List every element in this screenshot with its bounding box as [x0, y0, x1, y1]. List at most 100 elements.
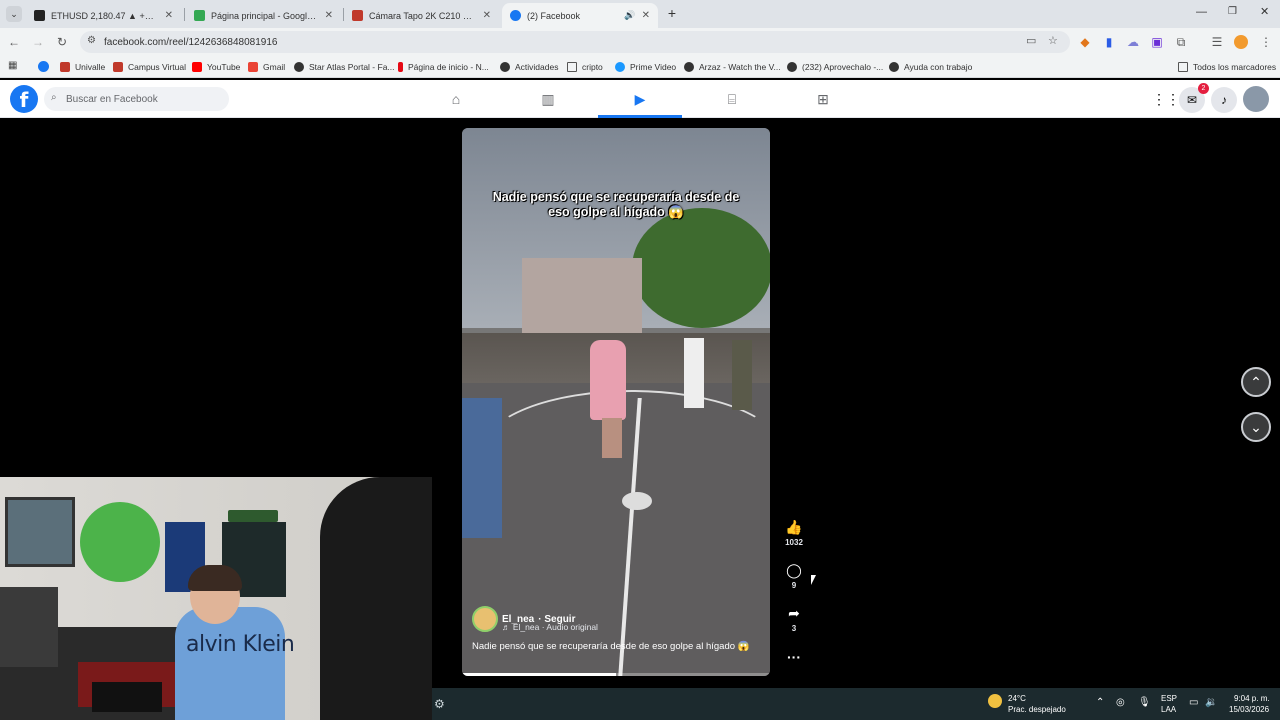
facebook-header: f ⌕ Buscar en Facebook ⌂ ▥ ▶ ⌸ ⊞ ⋮⋮⋮ ✉ 2…: [0, 80, 1280, 118]
netflix-icon: [398, 62, 403, 72]
bookmark-label: YouTube: [207, 62, 241, 72]
weather-desc[interactable]: Prac. despejado: [1008, 705, 1066, 714]
video-overlay-caption: Nadie pensó que se recuperaría desde de …: [492, 190, 740, 219]
bookmark-star-atlas[interactable]: Star Atlas Portal - Fa...: [294, 60, 395, 74]
close-tab-icon[interactable]: ✕: [165, 10, 173, 21]
webcam-person-body: [175, 607, 285, 720]
facebook-logo[interactable]: f: [10, 85, 38, 113]
address-bar[interactable]: ⚙ facebook.com/reel/1242636848081916 ▭ ☆: [80, 31, 1070, 53]
profile-avatar[interactable]: [1234, 35, 1248, 49]
close-tab-icon[interactable]: ✕: [325, 10, 333, 21]
clock-date[interactable]: 15/03/2026: [1229, 705, 1269, 714]
facebook-search-input[interactable]: ⌕ Buscar en Facebook: [44, 87, 229, 111]
nav-home-icon[interactable]: ⌂: [446, 89, 466, 109]
new-tab-button[interactable]: +: [664, 4, 680, 22]
author-avatar[interactable]: [472, 606, 498, 632]
metamask-icon[interactable]: ◆: [1077, 34, 1093, 50]
tab-ethusd[interactable]: ETHUSD 2,180.47 ▲ +0.5% Sin ✕: [26, 3, 181, 28]
share-icon[interactable]: ➦: [784, 604, 804, 622]
close-tab-icon[interactable]: ✕: [483, 10, 491, 21]
store-icon: [352, 10, 363, 21]
extension-shield-icon[interactable]: ▮: [1101, 34, 1117, 50]
webcam-door: [320, 477, 432, 720]
active-tab-indicator: [598, 115, 682, 118]
reading-list-icon[interactable]: ☰: [1209, 34, 1225, 50]
tab-facebook[interactable]: (2) Facebook 🔊 ✕: [502, 3, 658, 28]
extension-p-icon[interactable]: ▣: [1149, 34, 1165, 50]
reload-icon[interactable]: ↻: [54, 34, 70, 50]
share-count: 3: [791, 624, 797, 633]
nav-feeds-icon[interactable]: ▥: [538, 89, 558, 109]
comment-icon[interactable]: ◯: [784, 561, 804, 579]
tab-google-drive[interactable]: Página principal - Google Drive ✕: [186, 3, 341, 28]
audio-info[interactable]: ♬ El_nea · Audio original: [502, 622, 598, 632]
bookmark-campus-virtual[interactable]: Campus Virtual: [113, 60, 186, 74]
bookmark-gmail[interactable]: Gmail: [248, 60, 285, 74]
video-progress-bar[interactable]: [462, 673, 770, 676]
all-bookmarks-folder[interactable]: Todos los marcadores: [1178, 60, 1276, 74]
back-icon[interactable]: ←: [6, 34, 22, 50]
bookmark-aprovechalo[interactable]: (232) Aprovechalo -...: [787, 60, 883, 74]
globe-icon: [294, 62, 304, 72]
tab-camara-tapo[interactable]: Cámara Tapo 2K C210 2-Pack W ✕: [344, 3, 499, 28]
bookmark-arzaz[interactable]: Arzaz - Watch the V...: [684, 60, 781, 74]
facebook-bookmark-icon[interactable]: [38, 61, 49, 72]
notifications-bell-icon[interactable]: ♪: [1211, 87, 1237, 113]
shirt-logo-text: alvin Klein: [186, 632, 295, 657]
show-hidden-icons[interactable]: ⌃: [1096, 697, 1104, 708]
clock-time[interactable]: 9:04 p. m.: [1234, 694, 1270, 703]
restore-button[interactable]: ❐: [1228, 6, 1237, 17]
bookmark-ayuda[interactable]: Ayuda con trabajo: [889, 60, 972, 74]
nav-gaming-icon[interactable]: ⊞: [813, 89, 833, 109]
next-reel-button[interactable]: ⌄: [1241, 412, 1271, 442]
openai-icon: [889, 62, 899, 72]
site-info-icon[interactable]: ⚙: [87, 35, 96, 46]
webcam-person-hair: [188, 565, 242, 591]
apps-grid-icon[interactable]: ▦: [8, 60, 17, 71]
bookmark-youtube[interactable]: YouTube: [192, 60, 240, 74]
tab-search-button[interactable]: ⌄: [6, 6, 22, 22]
volume-icon[interactable]: 🔉: [1205, 697, 1217, 708]
close-tab-icon[interactable]: ✕: [642, 10, 650, 21]
microphone-icon[interactable]: 🎙: [1138, 697, 1151, 708]
folder-icon: [1178, 62, 1188, 72]
install-app-icon[interactable]: ▭: [1026, 34, 1036, 47]
audio-playing-icon[interactable]: 🔊: [624, 10, 635, 21]
weather-icon[interactable]: [988, 694, 1002, 708]
menu-kebab-icon[interactable]: ⋮: [1258, 34, 1274, 50]
nav-reels-icon[interactable]: ▶: [630, 89, 650, 109]
bookmark-actividades[interactable]: Actividades: [500, 60, 558, 74]
network-icon[interactable]: ▭: [1189, 697, 1198, 708]
comment-count: 9: [791, 581, 797, 590]
bookmark-prime-video[interactable]: Prime Video: [615, 60, 676, 74]
video-fighter-legs: [602, 418, 622, 458]
language-ime[interactable]: ESP: [1161, 694, 1177, 703]
close-window-button[interactable]: ✕: [1260, 5, 1269, 18]
video-court-arc: [482, 390, 770, 510]
extension-cloud-icon[interactable]: ☁: [1125, 34, 1141, 50]
bookmark-label: Gmail: [263, 62, 286, 72]
onedrive-icon[interactable]: ◎: [1116, 697, 1125, 708]
folder-icon: [567, 62, 577, 72]
like-icon[interactable]: 👍: [784, 518, 804, 536]
reel-video[interactable]: Nadie pensó que se recuperaría desde de …: [462, 128, 770, 676]
webcam-overlay: alvin Klein: [0, 477, 432, 720]
forward-icon[interactable]: →: [30, 34, 46, 50]
weather-temp[interactable]: 24°C: [1008, 694, 1026, 703]
bookmark-label: Prime Video: [630, 62, 677, 72]
nav-marketplace-icon[interactable]: ⌸: [722, 89, 742, 109]
facebook-icon: [510, 10, 521, 21]
language-layout[interactable]: LAA: [1161, 705, 1176, 714]
bookmark-folder-cripto[interactable]: cripto: [567, 60, 603, 74]
minimize-button[interactable]: —: [1196, 6, 1207, 18]
account-avatar[interactable]: [1243, 86, 1269, 112]
previous-reel-button[interactable]: ⌃: [1241, 367, 1271, 397]
bookmark-star-icon[interactable]: ☆: [1048, 34, 1058, 47]
bookmark-univalle[interactable]: Univalle: [60, 60, 105, 74]
bookmark-netflix[interactable]: Página de inicio - N...: [398, 60, 489, 74]
extensions-puzzle-icon[interactable]: ⧉: [1173, 34, 1189, 50]
bookmark-label: Todos los marcadores: [1193, 62, 1277, 72]
settings-gear-icon[interactable]: ⚙: [434, 697, 445, 711]
more-options-icon[interactable]: ···: [784, 648, 804, 666]
bookmark-label: Ayuda con trabajo: [904, 62, 973, 72]
